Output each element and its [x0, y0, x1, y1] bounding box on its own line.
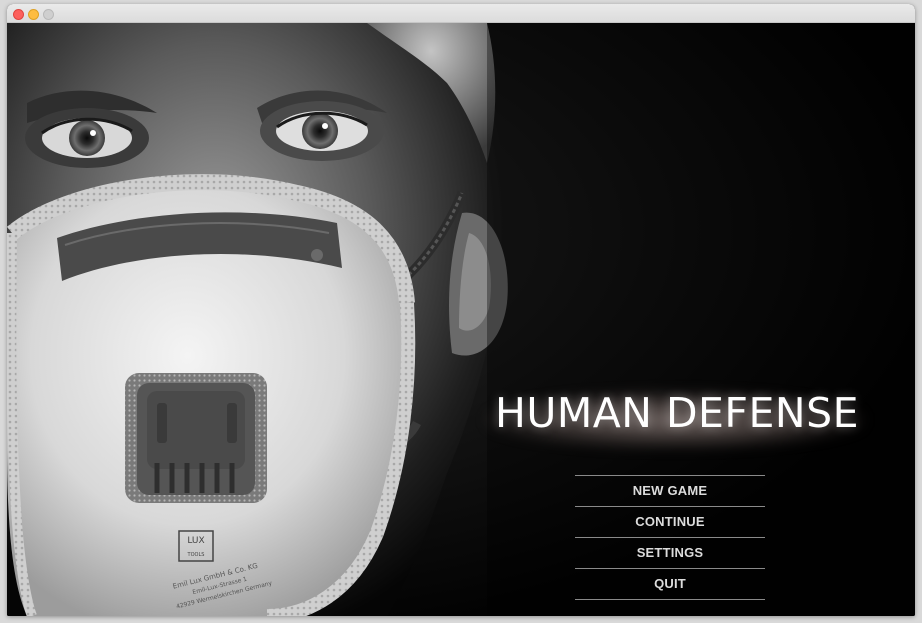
masked-man-photo: LUX TOOLS Emil Lux GmbH & Co. KG Emil-Lu…	[7, 23, 915, 616]
settings-button[interactable]: SETTINGS	[575, 538, 765, 568]
game-window: LUX TOOLS Emil Lux GmbH & Co. KG Emil-Lu…	[7, 4, 915, 616]
title-screen-background: LUX TOOLS Emil Lux GmbH & Co. KG Emil-Lu…	[7, 23, 915, 616]
main-menu: NEW GAME CONTINUE SETTINGS QUIT	[575, 475, 765, 600]
quit-button[interactable]: QUIT	[575, 569, 765, 599]
window-titlebar	[7, 4, 915, 23]
close-icon[interactable]	[13, 9, 24, 20]
game-title: HUMAN DEFENSE	[494, 389, 860, 437]
continue-button[interactable]: CONTINUE	[575, 507, 765, 537]
menu-divider	[575, 599, 765, 600]
svg-text:TOOLS: TOOLS	[187, 552, 205, 558]
new-game-button[interactable]: NEW GAME	[575, 476, 765, 506]
minimize-icon[interactable]	[28, 9, 39, 20]
game-title-block: HUMAN DEFENSE	[477, 373, 877, 463]
svg-text:LUX: LUX	[187, 536, 204, 546]
maximize-icon[interactable]	[43, 9, 54, 20]
